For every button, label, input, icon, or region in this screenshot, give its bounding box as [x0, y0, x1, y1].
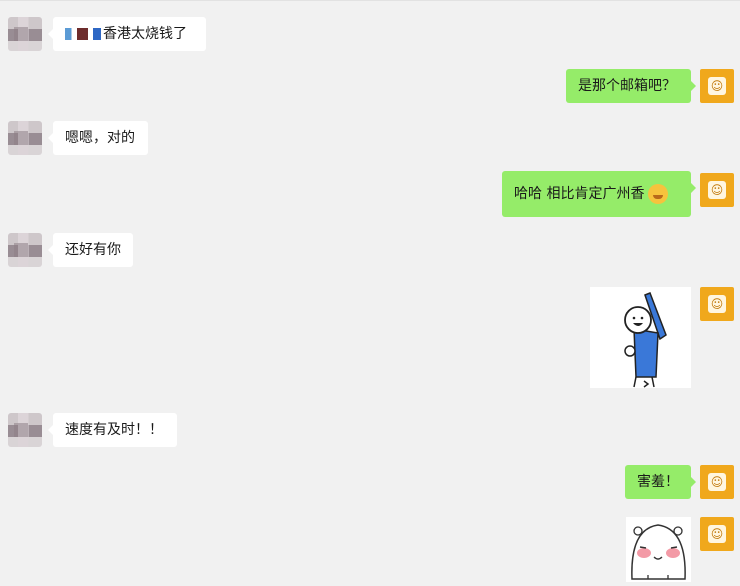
contact-avatar[interactable] — [8, 17, 42, 51]
chat-area: 香港太烧钱了 是那个邮箱吧？ ☺ 嗯嗯，对的 哈哈 相比肯定广州香 ☺ 还好有你 — [0, 0, 740, 586]
avatar-face-icon: ☺ — [708, 77, 726, 95]
grin-emoji-icon — [648, 184, 669, 204]
redacted-text — [65, 28, 101, 40]
avatar-face-icon: ☺ — [708, 525, 726, 543]
message-text: 速度有及时！！ — [65, 422, 163, 438]
message-bubble-received[interactable]: 嗯嗯，对的 — [48, 121, 148, 155]
stickman-sticker[interactable] — [590, 287, 691, 388]
message-bubble-received[interactable]: 速度有及时！！ — [48, 413, 177, 447]
message-text: 香港太烧钱了 — [103, 26, 187, 42]
self-avatar[interactable]: ☺ — [700, 465, 734, 499]
blushing-face-sticker[interactable] — [626, 517, 691, 582]
self-avatar[interactable]: ☺ — [700, 517, 734, 551]
contact-avatar[interactable] — [8, 233, 42, 267]
message-bubble-sent[interactable]: 害羞！ — [625, 465, 696, 499]
message-bubble-received[interactable]: 还好有你 — [48, 233, 133, 267]
message-bubble-received[interactable]: 香港太烧钱了 — [48, 17, 206, 51]
self-avatar[interactable]: ☺ — [700, 287, 734, 321]
message-text: 嗯嗯，对的 — [65, 130, 135, 146]
contact-avatar[interactable] — [8, 413, 42, 447]
avatar-face-icon: ☺ — [708, 473, 726, 491]
blushing-bun-face-icon — [626, 517, 691, 582]
message-text: 是那个邮箱吧？ — [578, 78, 676, 94]
avatar-face-icon: ☺ — [708, 181, 726, 199]
message-bubble-sent[interactable]: 哈哈 相比肯定广州香 — [502, 171, 696, 217]
message-text: 哈哈 相比肯定广州香 — [514, 186, 645, 202]
contact-avatar[interactable] — [8, 121, 42, 155]
message-bubble-sent[interactable]: 是那个邮箱吧？ — [566, 69, 696, 103]
stickman-raising-arm-icon — [590, 287, 691, 388]
message-text: 害羞！ — [637, 474, 679, 490]
self-avatar[interactable]: ☺ — [700, 173, 734, 207]
self-avatar[interactable]: ☺ — [700, 69, 734, 103]
message-text: 还好有你 — [65, 242, 121, 258]
avatar-face-icon: ☺ — [708, 295, 726, 313]
